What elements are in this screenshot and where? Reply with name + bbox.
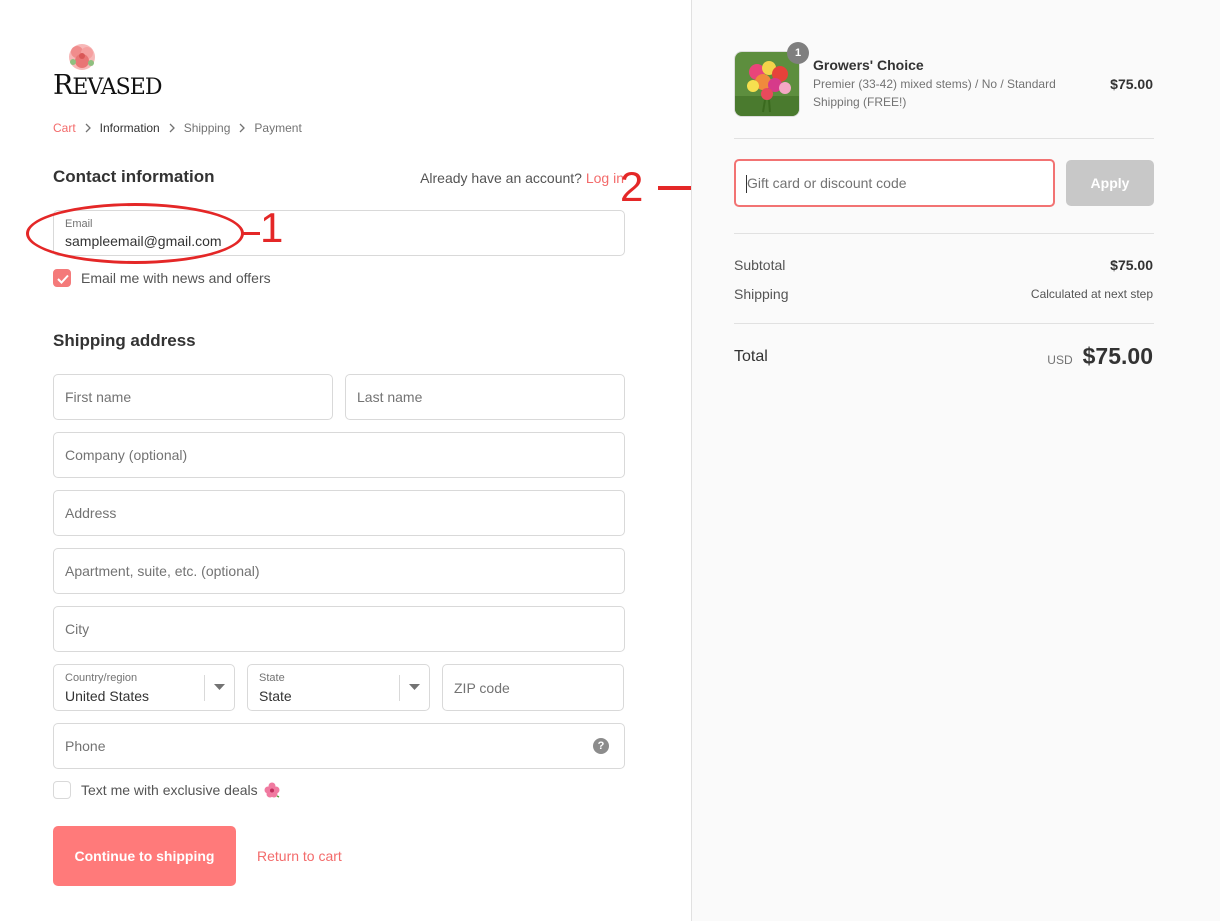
chevron-right-icon: [85, 123, 91, 133]
first-name-field[interactable]: First name: [53, 374, 333, 420]
product-variant: Premier (33-42) mixed stems) / No / Stan…: [813, 77, 1056, 91]
apartment-placeholder: Apartment, suite, etc. (optional): [65, 563, 260, 579]
chevron-right-icon: [169, 123, 175, 133]
total-label: Total: [734, 348, 768, 365]
state-select-value: State: [259, 688, 292, 704]
sms-label: Text me with exclusive deals: [81, 782, 258, 798]
sms-checkbox-row[interactable]: Text me with exclusive deals: [53, 781, 280, 799]
discount-code-field[interactable]: Gift card or discount code: [734, 159, 1055, 207]
total-value: $75.00: [1082, 343, 1153, 369]
breadcrumb-cart[interactable]: Cart: [53, 121, 76, 135]
checkout-main: REVASED Cart Information Shipping Paymen…: [0, 0, 691, 921]
country-select[interactable]: Country/region United States: [53, 664, 235, 711]
address-placeholder: Address: [65, 505, 117, 521]
first-name-placeholder: First name: [65, 389, 132, 405]
flower-logo-icon: [69, 44, 95, 70]
annotation-ellipse: [26, 203, 244, 264]
chevron-down-icon: [204, 675, 234, 701]
shipping-label: Shipping: [734, 286, 789, 302]
chevron-right-icon: [239, 123, 246, 133]
product-shipping: Shipping (FREE!): [813, 95, 907, 109]
account-prompt-text: Already have an account?: [420, 170, 582, 186]
account-prompt: Already have an account? Log in: [420, 170, 624, 186]
address-field[interactable]: Address: [53, 490, 625, 536]
phone-field[interactable]: Phone ?: [53, 723, 625, 769]
newsletter-checkbox-row[interactable]: Email me with news and offers: [53, 269, 271, 287]
zip-field[interactable]: ZIP code: [442, 664, 624, 711]
subtotal-value: $75.00: [1110, 257, 1153, 273]
country-select-value: United States: [65, 688, 150, 704]
state-select-label: State: [259, 672, 285, 684]
sms-checkbox[interactable]: [53, 781, 71, 799]
revased-logo[interactable]: REVASED: [53, 42, 162, 102]
apartment-field[interactable]: Apartment, suite, etc. (optional): [53, 548, 625, 594]
company-placeholder: Company (optional): [65, 447, 188, 463]
bouquet-image: [735, 52, 799, 116]
newsletter-checkbox[interactable]: [53, 269, 71, 287]
shipping-address-title: Shipping address: [53, 331, 196, 350]
breadcrumb-shipping: Shipping: [183, 121, 231, 135]
city-field[interactable]: City: [53, 606, 625, 652]
breadcrumb-information: Information: [99, 121, 160, 135]
continue-to-shipping-button[interactable]: Continue to shipping: [53, 826, 236, 886]
divider: [734, 323, 1154, 324]
login-link[interactable]: Log in: [586, 170, 624, 186]
chevron-down-icon: [399, 675, 429, 701]
country-select-label: Country/region: [65, 672, 138, 684]
hibiscus-icon: [264, 782, 280, 798]
divider: [734, 233, 1154, 234]
annotation-connector: [243, 232, 260, 235]
last-name-field[interactable]: Last name: [345, 374, 625, 420]
newsletter-label: Email me with news and offers: [81, 270, 271, 286]
help-icon[interactable]: ?: [593, 738, 609, 754]
state-select[interactable]: State State: [247, 664, 430, 711]
annotation-number-2: 2: [620, 163, 644, 210]
contact-information-title: Contact information: [53, 167, 215, 186]
discount-code-placeholder: Gift card or discount code: [747, 175, 907, 191]
order-summary: 1 Growers' Choice Premier (33-42) mixed …: [691, 0, 1220, 921]
apply-discount-button[interactable]: Apply: [1066, 160, 1154, 206]
logo-wordmark: REVASED: [53, 70, 162, 101]
return-to-cart-link[interactable]: Return to cart: [257, 848, 342, 864]
total-amount-group: USD $75.00: [1047, 343, 1153, 370]
product-price: $75.00: [1110, 76, 1153, 92]
breadcrumb: Cart Information Shipping Payment: [53, 121, 302, 135]
total-currency: USD: [1047, 353, 1073, 367]
breadcrumb-payment: Payment: [254, 121, 302, 135]
quantity-badge: 1: [787, 42, 809, 64]
city-placeholder: City: [65, 621, 90, 637]
checkmark-icon: [57, 274, 69, 284]
product-name: Growers' Choice: [813, 57, 924, 73]
subtotal-label: Subtotal: [734, 257, 786, 273]
zip-placeholder: ZIP code: [454, 679, 510, 696]
shipping-value: Calculated at next step: [1030, 287, 1153, 301]
divider: [734, 138, 1154, 139]
annotation-number-1: 1: [260, 204, 284, 251]
phone-placeholder: Phone: [65, 738, 106, 754]
company-field[interactable]: Company (optional): [53, 432, 625, 478]
last-name-placeholder: Last name: [357, 389, 423, 405]
